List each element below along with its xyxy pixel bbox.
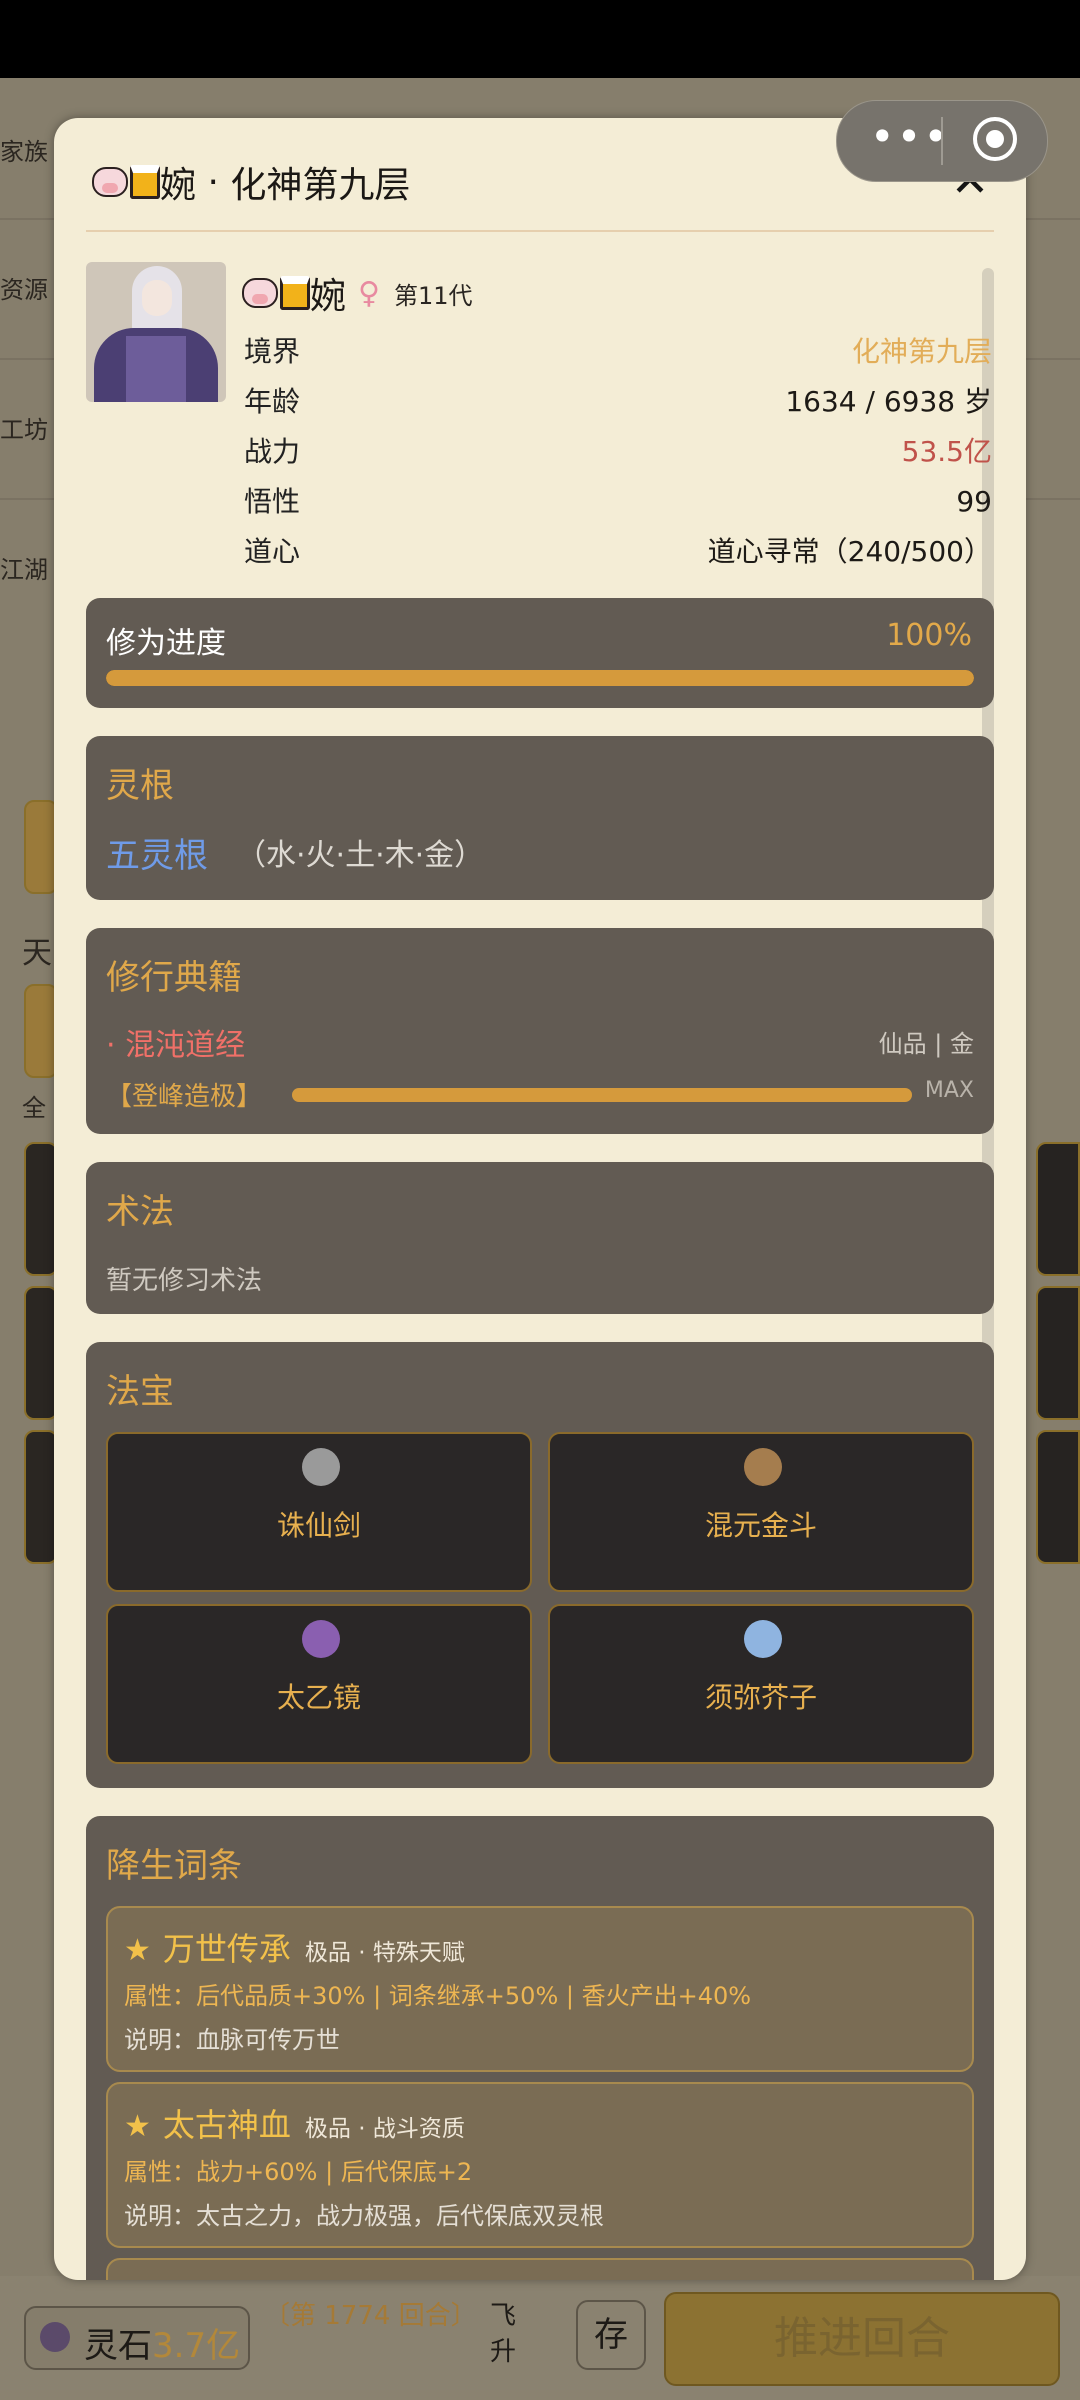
- treasures-title: 法宝: [106, 1372, 174, 1412]
- book-name[interactable]: · 混沌道经: [106, 1020, 245, 1064]
- star-icon: ★: [124, 2109, 151, 2144]
- treasures-card: 法宝 诛仙剑 混元金斗 太乙镜 须弥芥子: [86, 1342, 994, 1788]
- trait-attributes: 属性：后代品质+30% | 词条继承+50% | 香火产出+40%: [124, 1982, 752, 2010]
- treasure-item[interactable]: 诛仙剑: [106, 1432, 532, 1592]
- trait-description: 说明：太古之力，战力极强，后代保底双灵根: [124, 2202, 604, 2230]
- info-label: 境界: [244, 335, 301, 368]
- swirl-icon: [744, 1620, 782, 1658]
- info-value: 53.5亿: [901, 435, 992, 468]
- cultivation-books-card: 修行典籍 · 混沌道经 仙品 | 金 【登峰造极】 MAX: [86, 928, 994, 1134]
- portrait-face: [142, 280, 172, 316]
- treasure-name: 诛仙剑: [276, 1509, 361, 1542]
- trait-name: 太古神血: [162, 2106, 291, 2144]
- generation-label: 第11代: [394, 281, 473, 310]
- book-mastery: 【登峰造极】: [106, 1082, 263, 1112]
- cultivation-progress-fill: [106, 670, 974, 686]
- character-portrait: [86, 262, 226, 402]
- trait-attributes: 属性：战力+60% | 后代保底+2: [124, 2158, 473, 2186]
- modal-title-realm: 化神第九层: [230, 165, 411, 206]
- sword-icon: [302, 1448, 340, 1486]
- spells-title: 术法: [106, 1192, 174, 1232]
- modal-title-name: 婉: [160, 165, 197, 206]
- info-row-age: 年龄 1634 / 6938 岁: [244, 378, 992, 426]
- book-max-label: MAX: [924, 1078, 974, 1103]
- cultivation-progress-card: 修为进度 100%: [86, 598, 994, 708]
- cultivation-progress-bar: [106, 670, 974, 686]
- cow-icon: [242, 278, 278, 308]
- character-name: 婉: [310, 276, 347, 317]
- info-label: 战力: [244, 435, 301, 468]
- spirit-root-card: 灵根 五灵根 （水·火·土·木·金）: [86, 736, 994, 900]
- female-icon: ♀: [358, 275, 380, 311]
- trait-item[interactable]: [106, 2258, 974, 2280]
- character-name-line: 婉 ♀ 第11代: [242, 264, 473, 322]
- treasure-name: 太乙镜: [276, 1681, 361, 1714]
- star-icon: ★: [124, 1933, 151, 1968]
- modal-title-separator: ·: [196, 161, 231, 203]
- book-grade: 仙品 | 金: [878, 1030, 974, 1058]
- treasure-name: 须弥芥子: [704, 1681, 817, 1714]
- cultivation-percent: 100%: [886, 618, 972, 653]
- trait-item[interactable]: ★ 太古神血 极品 · 战斗资质 属性：战力+60% | 后代保底+2 说明：太…: [106, 2082, 974, 2248]
- info-value: 道心寻常（240/500）: [707, 535, 992, 568]
- treasure-item[interactable]: 须弥芥子: [548, 1604, 974, 1764]
- trait-grade: 极品 · 特殊天赋: [304, 1940, 465, 1966]
- mirror-icon: [302, 1620, 340, 1658]
- trait-description: 说明：血脉可传万世: [124, 2026, 340, 2054]
- capsule-divider: [941, 117, 943, 165]
- info-label: 道心: [244, 535, 301, 568]
- cow-icon: [92, 167, 128, 197]
- trait-header: ★ 万世传承 极品 · 特殊天赋: [124, 1924, 465, 1970]
- modal-title: 婉 · 化神第九层: [92, 152, 410, 212]
- character-detail-modal: 婉 · 化神第九层 ✕ 婉 ♀ 第11代 境界 化神第九层 年龄: [54, 118, 1026, 2280]
- treasure-name: 混元金斗: [704, 1509, 817, 1542]
- beer-icon: [280, 276, 310, 310]
- spells-card: 术法 暂无修习术法: [86, 1162, 994, 1314]
- info-row-comprehension: 悟性 99: [244, 478, 992, 526]
- treasure-item[interactable]: 太乙镜: [106, 1604, 532, 1764]
- birth-traits-card: 降生词条 ★ 万世传承 极品 · 特殊天赋 属性：后代品质+30% | 词条继承…: [86, 1816, 994, 2280]
- trait-grade: 极品 · 战斗资质: [304, 2116, 465, 2142]
- treasure-item[interactable]: 混元金斗: [548, 1432, 974, 1592]
- spirit-root-elements: （水·火·土·木·金）: [236, 838, 485, 873]
- info-row-realm: 境界 化神第九层: [244, 328, 992, 376]
- info-row-dao-heart: 道心 道心寻常（240/500）: [244, 528, 992, 576]
- spells-empty-text: 暂无修习术法: [106, 1266, 263, 1296]
- portrait-robe-inner: [126, 336, 186, 402]
- beer-icon: [130, 165, 160, 199]
- info-label: 悟性: [244, 485, 301, 518]
- trait-item[interactable]: ★ 万世传承 极品 · 特殊天赋 属性：后代品质+30% | 词条继承+50% …: [106, 1906, 974, 2072]
- name-emoji: [92, 165, 160, 199]
- info-value: 99: [956, 485, 992, 518]
- spirit-root-type: 五灵根: [106, 836, 208, 876]
- info-row-power: 战力 53.5亿: [244, 428, 992, 476]
- trait-name: 万世传承: [162, 1930, 291, 1968]
- spirit-root-title: 灵根: [106, 766, 174, 806]
- info-label: 年龄: [244, 385, 301, 418]
- title-divider: [86, 230, 994, 232]
- cultivation-label: 修为进度: [106, 626, 226, 661]
- traits-title: 降生词条: [106, 1846, 242, 1886]
- book-mastery-bar: [292, 1088, 912, 1102]
- name-emoji: [242, 276, 310, 310]
- info-value: 1634 / 6938 岁: [785, 385, 992, 418]
- books-title: 修行典籍: [106, 958, 242, 998]
- golden-bowl-icon: [744, 1448, 782, 1486]
- exit-target-icon[interactable]: [973, 117, 1017, 161]
- modal-overlay: 婉 · 化神第九层 ✕ 婉 ♀ 第11代 境界 化神第九层 年龄: [0, 0, 1080, 2400]
- info-value: 化神第九层: [851, 335, 992, 368]
- mini-program-capsule: •••: [836, 100, 1048, 182]
- trait-header: ★ 太古神血 极品 · 战斗资质: [124, 2100, 465, 2146]
